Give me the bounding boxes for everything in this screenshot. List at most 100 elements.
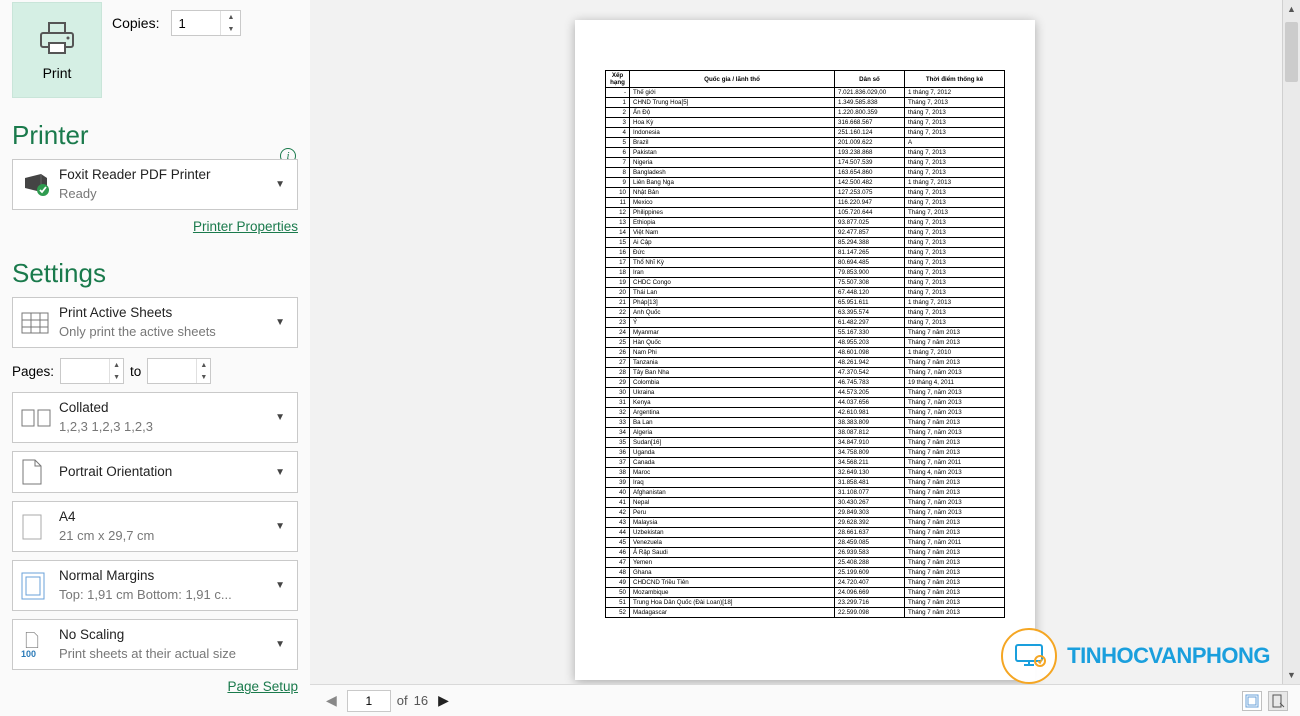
print-what-selector[interactable]: Print Active Sheets Only print the activ… (12, 297, 298, 348)
table-row: 26Nam Phi48.601.0981 tháng 7, 2010 (606, 348, 1005, 358)
scaling-selector[interactable]: 100 No Scaling Print sheets at their act… (12, 619, 298, 670)
margins-label: Normal Margins (59, 567, 271, 586)
table-header: Thời điểm thống kê (905, 71, 1005, 88)
printer-section-title: Printer (12, 120, 298, 151)
chevron-down-icon: ▼ (271, 639, 289, 650)
show-margins-icon (1245, 694, 1259, 708)
copies-input[interactable] (172, 11, 220, 35)
margins-sub: Top: 1,91 cm Bottom: 1,91 c... (59, 586, 271, 604)
table-row: 20Thái Lan67.448.120tháng 7, 2013 (606, 288, 1005, 298)
collate-label: Collated (59, 399, 271, 418)
pages-from-down[interactable]: ▼ (110, 371, 123, 383)
printer-properties-link[interactable]: Printer Properties (193, 219, 298, 234)
next-page-button[interactable]: ▶ (434, 692, 453, 709)
copies-up[interactable]: ▲ (221, 11, 240, 23)
table-row: 22Anh Quốc63.395.574tháng 7, 2013 (606, 308, 1005, 318)
table-row: 40Afghanistan31.108.077Tháng 7 năm 2013 (606, 488, 1005, 498)
table-row: 8Bangladesh163.654.860tháng 7, 2013 (606, 168, 1005, 178)
table-row: 13Ethiopia93.877.025tháng 7, 2013 (606, 218, 1005, 228)
scaling-icon (21, 631, 43, 649)
table-row: 38Maroc32.649.130Tháng 4, năm 2013 (606, 468, 1005, 478)
scaling-sub: Print sheets at their actual size (59, 645, 271, 663)
table-row: 45Venezuela28.459.085Tháng 7, năm 2011 (606, 538, 1005, 548)
pages-from-spinner[interactable]: ▲▼ (60, 358, 124, 384)
table-row: 15Ai Cập85.294.388tháng 7, 2013 (606, 238, 1005, 248)
table-row: 51Trung Hoa Dân Quốc (Đài Loan)[18]23.29… (606, 598, 1005, 608)
table-row: 1CHND Trung Hoa[5]1.349.585.838Tháng 7, … (606, 98, 1005, 108)
paper-size-selector[interactable]: A4 21 cm x 29,7 cm ▼ (12, 501, 298, 552)
table-row: 52Madagascar22.599.098Tháng 7 năm 2013 (606, 608, 1005, 618)
table-row: 3Hoa Kỳ316.668.567tháng 7, 2013 (606, 118, 1005, 128)
table-row: 18Iran79.853.900tháng 7, 2013 (606, 268, 1005, 278)
page-setup-link[interactable]: Page Setup (227, 679, 298, 694)
table-row: 49CHDCND Triều Tiên24.720.407Tháng 7 năm… (606, 578, 1005, 588)
table-row: 27Tanzania48.261.942Tháng 7 năm 2013 (606, 358, 1005, 368)
print-what-sub: Only print the active sheets (59, 323, 271, 341)
collate-icon (21, 407, 51, 429)
pages-to-label: to (130, 364, 141, 379)
scroll-track[interactable] (1283, 18, 1300, 666)
page-count-label: 16 (414, 693, 428, 708)
copies-down[interactable]: ▼ (221, 23, 240, 35)
margins-icon (21, 572, 45, 600)
pages-to-up[interactable]: ▲ (197, 359, 210, 371)
portrait-icon (21, 458, 43, 486)
table-row: 31Kenya44.037.656Tháng 7, năm 2013 (606, 398, 1005, 408)
table-row: 7Nigeria174.507.539tháng 7, 2013 (606, 158, 1005, 168)
table-row: 44Uzbekistan28.661.637Tháng 7 năm 2013 (606, 528, 1005, 538)
print-settings-panel: Print Copies: ▲ ▼ Printer i (0, 0, 310, 716)
sheets-icon (21, 312, 49, 334)
prev-page-button[interactable]: ◀ (322, 692, 341, 709)
scaling-label: No Scaling (59, 626, 271, 645)
table-row: 35Sudan[16]34.847.910Tháng 7 năm 2013 (606, 438, 1005, 448)
paper-label: A4 (59, 508, 271, 527)
orientation-selector[interactable]: Portrait Orientation ▼ (12, 451, 298, 493)
table-header: Quốc gia / lãnh thổ (630, 71, 835, 88)
pages-to-down[interactable]: ▼ (197, 371, 210, 383)
chevron-down-icon: ▼ (271, 317, 289, 328)
print-button[interactable]: Print (12, 2, 102, 98)
table-row: 32Argentina42.610.981Tháng 7, năm 2013 (606, 408, 1005, 418)
pages-to-spinner[interactable]: ▲▼ (147, 358, 211, 384)
pages-label: Pages: (12, 364, 54, 379)
pages-from-input[interactable] (61, 359, 109, 383)
copies-label: Copies: (112, 15, 159, 31)
table-row: 33Ba Lan38.383.809Tháng 7 năm 2013 (606, 418, 1005, 428)
pages-from-up[interactable]: ▲ (110, 359, 123, 371)
table-row: 14Việt Nam92.477.857tháng 7, 2013 (606, 228, 1005, 238)
copies-spinner[interactable]: ▲ ▼ (171, 10, 241, 36)
chevron-down-icon: ▼ (271, 521, 289, 532)
table-row: -Thế giới7.021.836.029,001 tháng 7, 2012 (606, 88, 1005, 98)
zoom-page-icon (1271, 694, 1285, 708)
scroll-down-icon[interactable]: ▼ (1283, 666, 1300, 684)
table-row: 5Brazil201.009.622A (606, 138, 1005, 148)
zoom-to-page-button[interactable] (1268, 691, 1288, 711)
preview-footer: ◀ of 16 ▶ (310, 684, 1300, 716)
table-row: 50Mozambique24.096.669Tháng 7 năm 2013 (606, 588, 1005, 598)
table-row: 4Indonesia251.160.124tháng 7, 2013 (606, 128, 1005, 138)
table-row: 37Canada34.568.211Tháng 7, năm 2011 (606, 458, 1005, 468)
chevron-down-icon: ▼ (271, 412, 289, 423)
collate-selector[interactable]: Collated 1,2,3 1,2,3 1,2,3 ▼ (12, 392, 298, 443)
table-row: 17Thổ Nhĩ Kỳ80.694.485tháng 7, 2013 (606, 258, 1005, 268)
scroll-up-icon[interactable]: ▲ (1283, 0, 1300, 18)
table-row: 41Nepal30.430.267Tháng 7, năm 2013 (606, 498, 1005, 508)
table-row: 21Pháp[13]65.951.6111 tháng 7, 2013 (606, 298, 1005, 308)
table-row: 46Ả Rập Saudi26.939.583Tháng 7 năm 2013 (606, 548, 1005, 558)
print-preview-area: Xếp hạngQuốc gia / lãnh thổDân sốThời đi… (310, 0, 1300, 716)
scroll-thumb[interactable] (1285, 22, 1298, 82)
margins-selector[interactable]: Normal Margins Top: 1,91 cm Bottom: 1,91… (12, 560, 298, 611)
table-row: 36Uganda34.758.809Tháng 7 năm 2013 (606, 448, 1005, 458)
doc-table: Xếp hạngQuốc gia / lãnh thổDân sốThời đi… (605, 70, 1005, 618)
scaling-100-label: 100 (21, 649, 36, 659)
table-row: 39Iraq31.858.481Tháng 7 năm 2013 (606, 478, 1005, 488)
table-row: 19CHDC Congo75.507.308tháng 7, 2013 (606, 278, 1005, 288)
table-row: 2Ấn Độ1.220.800.359tháng 7, 2013 (606, 108, 1005, 118)
current-page-input[interactable] (347, 690, 391, 712)
pages-to-input[interactable] (148, 359, 196, 383)
table-header: Xếp hạng (606, 71, 630, 88)
vertical-scrollbar[interactable]: ▲ ▼ (1282, 0, 1300, 684)
paper-sub: 21 cm x 29,7 cm (59, 527, 271, 545)
printer-selector[interactable]: Foxit Reader PDF Printer Ready ▼ (12, 159, 298, 210)
show-margins-button[interactable] (1242, 691, 1262, 711)
